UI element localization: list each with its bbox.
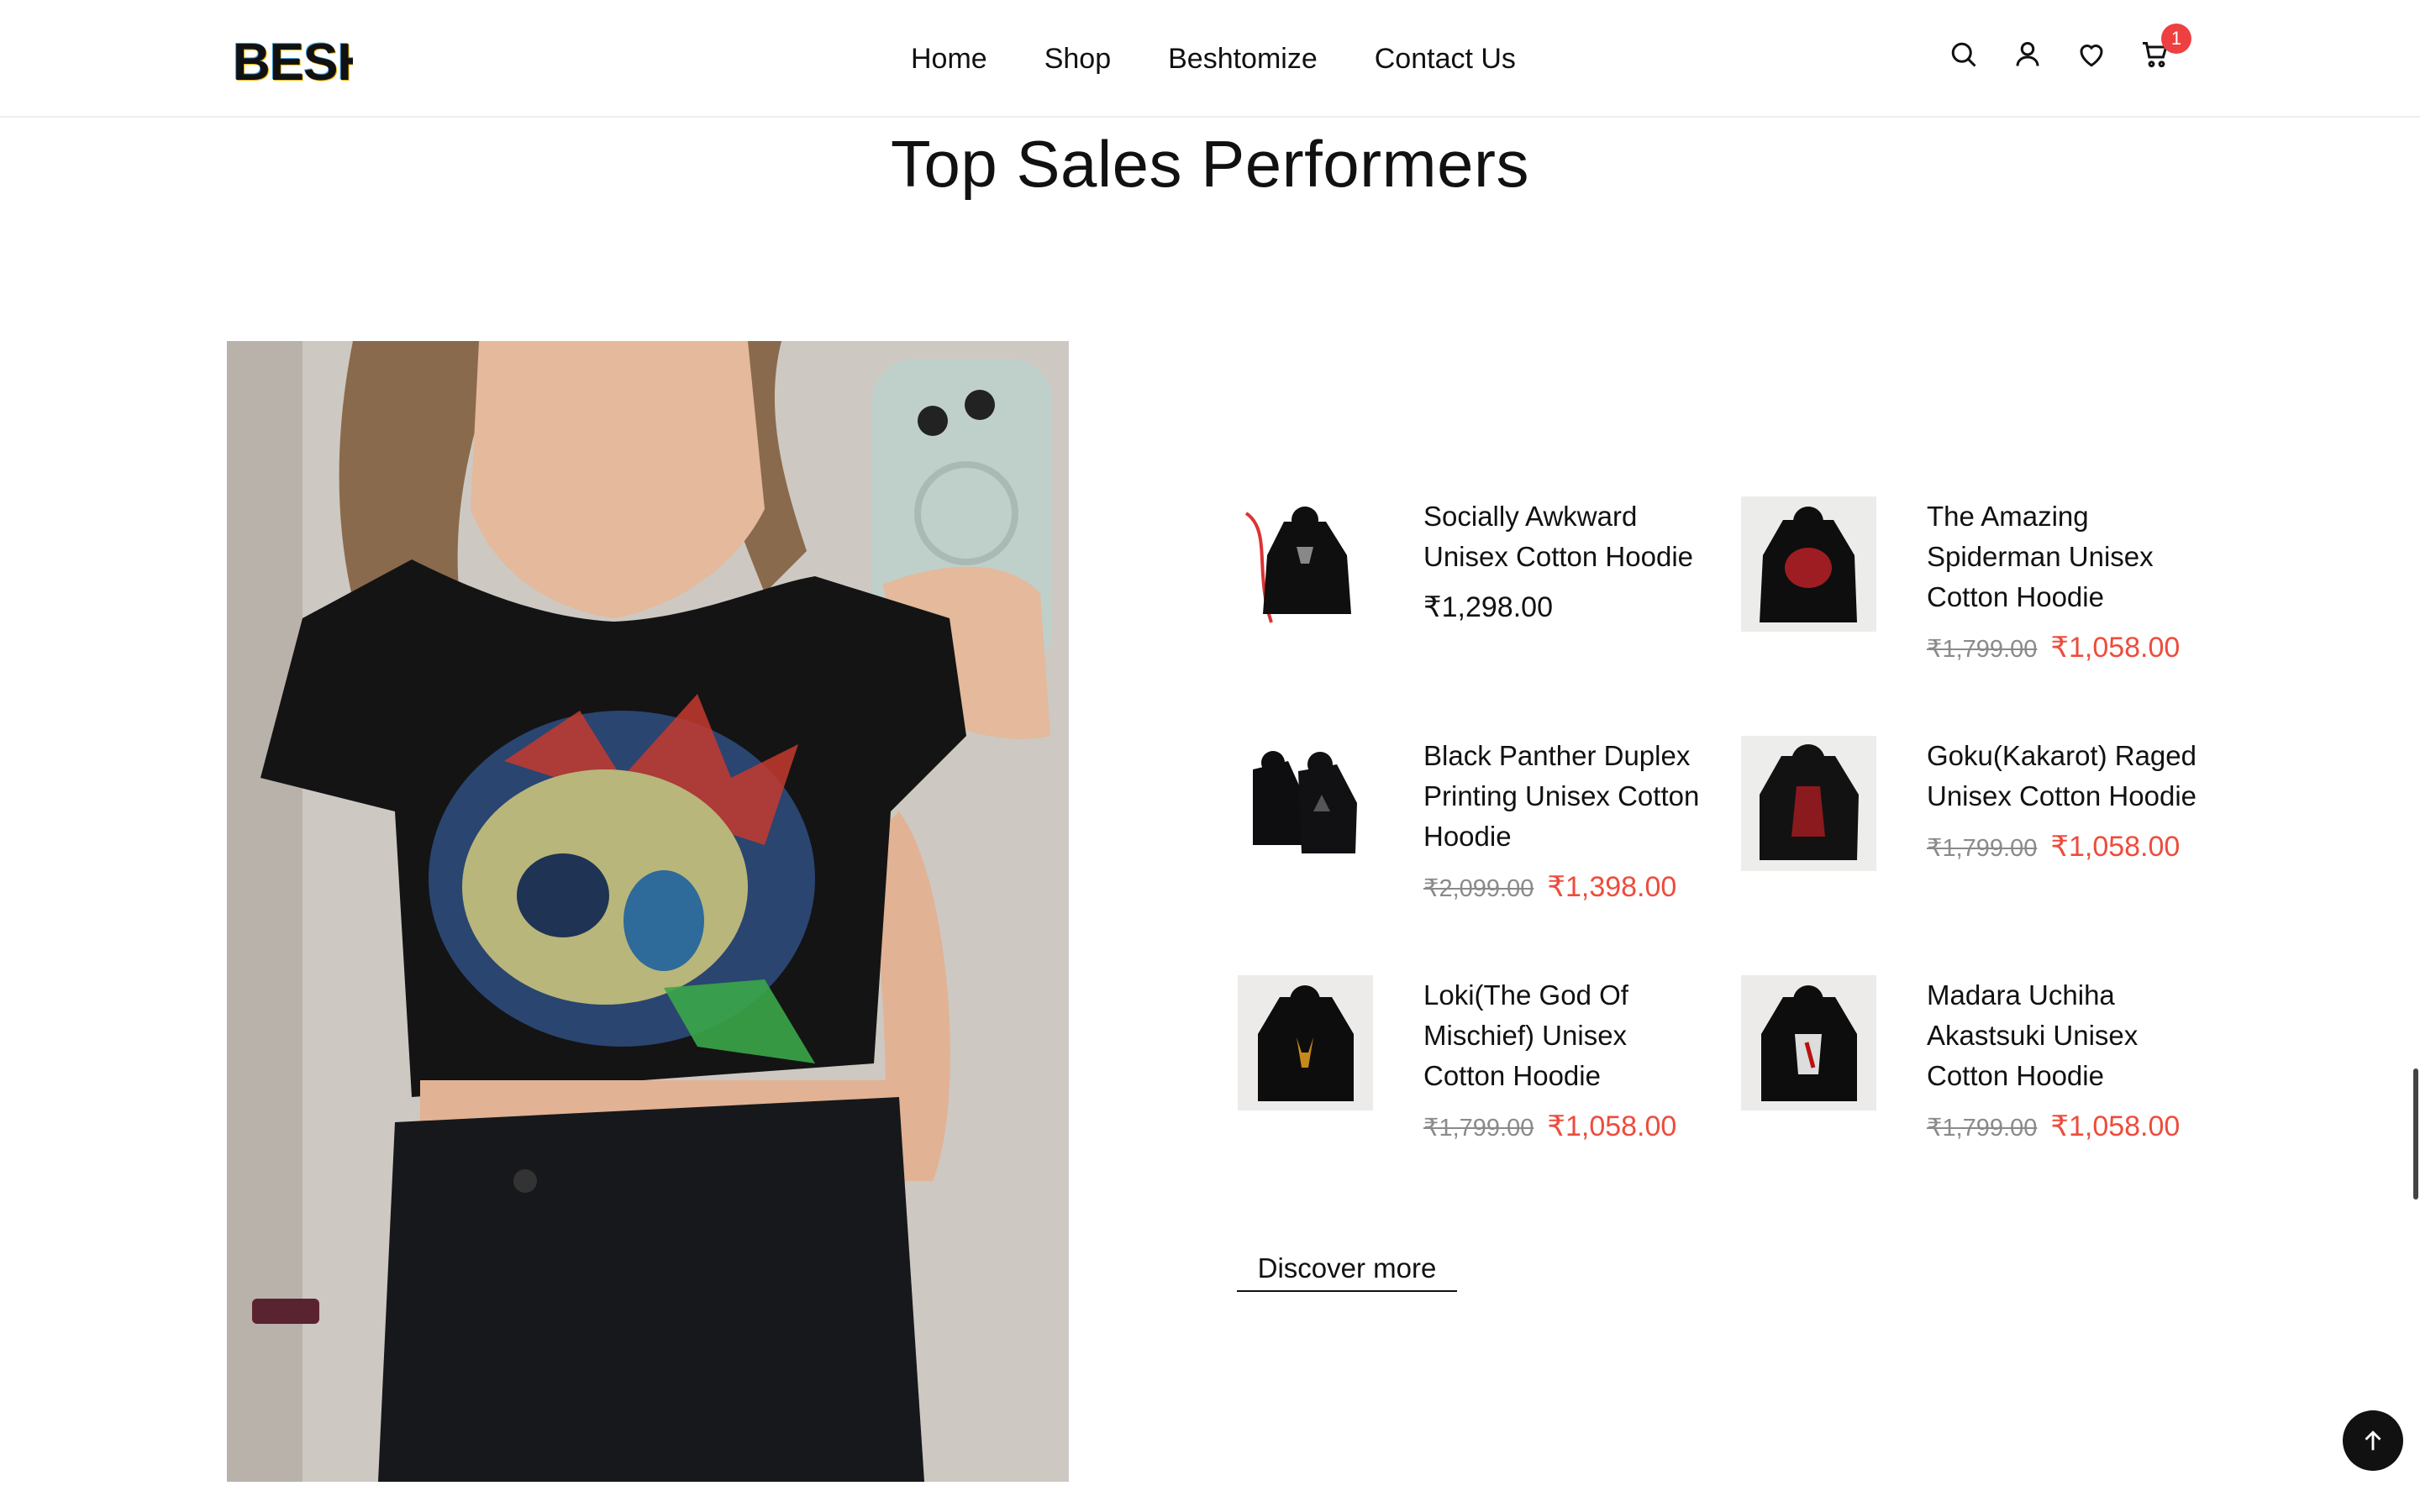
arrow-up-icon	[2365, 1431, 2381, 1451]
product-name[interactable]: Black Panther Duplex Printing Unisex Cot…	[1423, 736, 1701, 857]
product-sale-price: ₹1,058.00	[2050, 632, 2181, 664]
product-info: Socially Awkward Unisex Cotton Hoodie ₹1…	[1423, 496, 1701, 627]
product-thumbnail[interactable]	[1238, 736, 1373, 871]
product-sale-price: ₹1,058.00	[2050, 831, 2181, 863]
product-name[interactable]: Loki(The God Of Mischief) Unisex Cotton …	[1423, 975, 1701, 1096]
product-sale-price: ₹1,058.00	[2050, 1110, 2181, 1142]
product-prices: ₹1,799.00 ₹1,058.00	[1927, 1106, 2204, 1148]
nav-shop[interactable]: Shop	[1044, 37, 1111, 81]
product-prices: ₹1,799.00 ₹1,058.00	[1423, 1106, 1701, 1148]
product-info: Black Panther Duplex Printing Unisex Cot…	[1423, 736, 1701, 909]
product-card[interactable]: Goku(Kakarot) Raged Unisex Cotton Hoodie…	[1741, 736, 2212, 954]
user-icon[interactable]	[2012, 37, 2044, 72]
product-card[interactable]: The Amazing Spiderman Unisex Cotton Hood…	[1741, 496, 2212, 715]
product-thumbnail[interactable]	[1238, 496, 1373, 632]
hero-image	[227, 341, 1069, 1482]
header-icons: 1	[1948, 24, 2191, 72]
site-header: BESH BESH BESH Home Shop Beshtomize Cont…	[0, 0, 2420, 118]
product-card[interactable]: Black Panther Duplex Printing Unisex Cot…	[1238, 736, 1708, 954]
product-old-price: ₹1,799.00	[1927, 835, 2038, 862]
besh-logo[interactable]: BESH BESH BESH	[232, 32, 353, 87]
heart-icon[interactable]	[2075, 37, 2107, 72]
product-prices: ₹1,799.00 ₹1,058.00	[1927, 627, 2204, 669]
product-info: Madara Uchiha Akastsuki Unisex Cotton Ho…	[1927, 975, 2204, 1148]
product-prices: ₹1,799.00 ₹1,058.00	[1927, 827, 2204, 869]
nav-beshtomize[interactable]: Beshtomize	[1168, 37, 1318, 81]
nav-contact-us[interactable]: Contact Us	[1375, 37, 1516, 81]
section-title: Top Sales Performers	[891, 127, 1529, 201]
product-sale-price: ₹1,058.00	[1547, 1110, 1677, 1142]
nav-home[interactable]: Home	[911, 37, 987, 81]
page-scrollbar[interactable]	[2413, 1068, 2418, 1200]
product-thumbnail[interactable]	[1741, 736, 1876, 871]
product-info: Loki(The God Of Mischief) Unisex Cotton …	[1423, 975, 1701, 1148]
product-info: Goku(Kakarot) Raged Unisex Cotton Hoodie…	[1927, 736, 2204, 869]
product-name[interactable]: The Amazing Spiderman Unisex Cotton Hood…	[1927, 496, 2204, 617]
product-thumbnail[interactable]	[1238, 975, 1373, 1110]
product-card[interactable]: Madara Uchiha Akastsuki Unisex Cotton Ho…	[1741, 975, 2212, 1194]
product-name[interactable]: Goku(Kakarot) Raged Unisex Cotton Hoodie	[1927, 736, 2204, 816]
product-thumbnail[interactable]	[1741, 975, 1876, 1110]
main-nav: Home Shop Beshtomize Contact Us	[911, 37, 1516, 81]
product-price: ₹1,298.00	[1423, 591, 1553, 623]
product-thumbnail[interactable]	[1741, 496, 1876, 632]
product-old-price: ₹1,799.00	[1423, 1115, 1534, 1142]
discover-more-button[interactable]: Discover more	[1237, 1248, 1457, 1292]
product-info: The Amazing Spiderman Unisex Cotton Hood…	[1927, 496, 2204, 669]
product-sale-price: ₹1,398.00	[1547, 871, 1677, 903]
cart-count-badge: 1	[2161, 24, 2191, 54]
back-to-top-button[interactable]	[2343, 1410, 2403, 1471]
svg-text:BESH: BESH	[233, 34, 353, 87]
product-prices: ₹2,099.00 ₹1,398.00	[1423, 867, 1701, 909]
search-icon[interactable]	[1948, 37, 1980, 72]
product-old-price: ₹2,099.00	[1423, 875, 1534, 902]
product-old-price: ₹1,799.00	[1927, 1115, 2038, 1142]
product-name[interactable]: Madara Uchiha Akastsuki Unisex Cotton Ho…	[1927, 975, 2204, 1096]
product-name[interactable]: Socially Awkward Unisex Cotton Hoodie	[1423, 496, 1701, 577]
product-card[interactable]: Loki(The God Of Mischief) Unisex Cotton …	[1238, 975, 1708, 1194]
product-old-price: ₹1,799.00	[1927, 636, 2038, 663]
product-prices: ₹1,298.00	[1423, 587, 1701, 627]
product-card[interactable]: Socially Awkward Unisex Cotton Hoodie ₹1…	[1238, 496, 1708, 715]
cart-icon[interactable]: 1	[2139, 24, 2191, 72]
